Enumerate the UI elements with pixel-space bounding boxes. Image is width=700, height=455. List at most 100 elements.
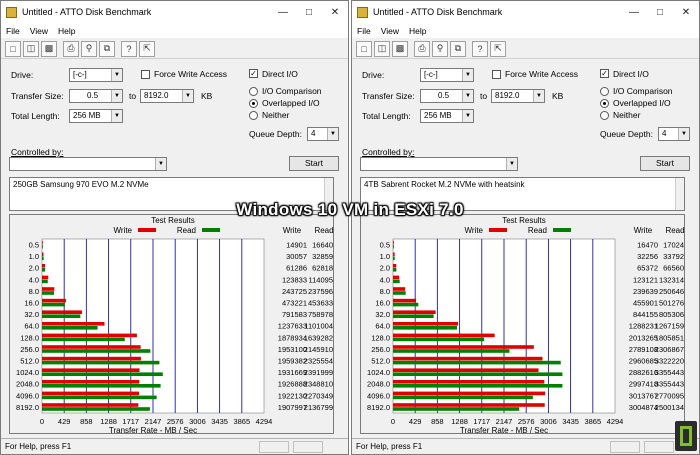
write-bar: [393, 298, 417, 303]
queue-depth-label: Queue Depth:: [249, 129, 302, 139]
close-icon[interactable]: ✕: [673, 1, 699, 23]
direct-io-label: Direct I/O: [262, 69, 298, 79]
print-icon[interactable]: ⎙: [414, 40, 430, 57]
controlled-by-select[interactable]: ▼: [360, 157, 518, 171]
maximize-icon[interactable]: □: [296, 1, 322, 23]
menu-file[interactable]: File: [352, 26, 376, 36]
context-help-icon[interactable]: ⇱: [139, 40, 155, 57]
read-value-label: 2306867: [655, 345, 684, 354]
y-tick-label: 64.0: [24, 322, 39, 331]
start-button[interactable]: Start: [289, 156, 339, 171]
overlapped-io-label: Overlapped I/O: [613, 98, 671, 108]
window-title: Untitled - ATTO Disk Benchmark: [22, 7, 152, 17]
results-chart: Test ResultsWrite Read Write Read0 429 858 128…: [16, 216, 334, 435]
context-help-icon[interactable]: ⇱: [490, 40, 506, 57]
menu-bar: File View Help: [1, 23, 348, 38]
transfer-from-select[interactable]: 0.5 ▼: [69, 89, 123, 103]
write-value-label: 1878934: [278, 333, 307, 342]
neither-radio[interactable]: [249, 111, 258, 120]
direct-io-checkbox[interactable]: ✓: [600, 69, 609, 78]
column-header-write: Write: [283, 226, 302, 235]
read-value-label: 32859: [312, 252, 333, 261]
copy-icon[interactable]: ⧉: [450, 40, 466, 57]
read-bar: [42, 314, 81, 318]
help-icon[interactable]: ?: [121, 40, 137, 57]
save-icon[interactable]: ▩: [41, 40, 57, 57]
read-bar: [42, 279, 48, 284]
write-bar: [393, 287, 406, 291]
x-tick-label: 3006: [540, 417, 557, 426]
menu-file[interactable]: File: [1, 26, 25, 36]
read-bar: [42, 384, 161, 388]
write-bar: [42, 368, 140, 372]
y-tick-label: 8.0: [29, 287, 39, 296]
menu-view[interactable]: View: [25, 26, 53, 36]
chevron-down-icon: ▼: [111, 69, 122, 81]
read-value-label: 758978: [308, 310, 333, 319]
print-preview-icon[interactable]: ⚲: [81, 40, 97, 57]
help-icon[interactable]: ?: [472, 40, 488, 57]
menu-help[interactable]: Help: [53, 26, 80, 36]
write-bar: [393, 264, 397, 268]
x-tick-label: 1717: [473, 417, 490, 426]
save-icon[interactable]: ▩: [392, 40, 408, 57]
close-icon[interactable]: ✕: [322, 1, 348, 23]
new-file-icon[interactable]: □: [5, 40, 21, 57]
y-tick-label: 8.0: [380, 287, 390, 296]
queue-depth-select[interactable]: 4 ▼: [307, 127, 339, 141]
y-tick-label: 4096.0: [367, 391, 390, 400]
chevron-down-icon: ▼: [533, 90, 544, 102]
controlled-by-select[interactable]: ▼: [9, 157, 167, 171]
open-folder-icon[interactable]: ◫: [23, 40, 39, 57]
y-tick-label: 0.5: [380, 241, 390, 250]
queue-depth-select[interactable]: 4 ▼: [658, 127, 690, 141]
write-bar: [393, 322, 459, 326]
drive-select[interactable]: [-c-] ▼: [69, 68, 123, 82]
overlapped-io-radio[interactable]: [249, 99, 258, 108]
maximize-icon[interactable]: □: [647, 1, 673, 23]
write-value-label: 3004874: [629, 403, 658, 412]
copy-icon[interactable]: ⧉: [99, 40, 115, 57]
write-value-label: 2882616: [629, 368, 658, 377]
toolbar: □ ◫ ▩ ⎙ ⚲ ⧉ ? ⇱: [352, 39, 699, 59]
new-file-icon[interactable]: □: [356, 40, 372, 57]
overlapped-io-radio[interactable]: [600, 99, 609, 108]
start-button[interactable]: Start: [640, 156, 690, 171]
transfer-to-select[interactable]: 8192.0 ▼: [491, 89, 545, 103]
print-preview-icon[interactable]: ⚲: [432, 40, 448, 57]
write-value-label: 455901: [633, 299, 658, 308]
force-write-checkbox[interactable]: [141, 70, 150, 79]
x-tick-label: 3006: [189, 417, 206, 426]
read-value-label: 805306: [659, 310, 684, 319]
chevron-down-icon: ▼: [462, 110, 473, 122]
force-write-label: Force Write Access: [154, 69, 228, 79]
neither-radio[interactable]: [600, 111, 609, 120]
open-folder-icon[interactable]: ◫: [374, 40, 390, 57]
read-bar: [42, 256, 44, 260]
write-bar: [42, 287, 55, 291]
menu-view[interactable]: View: [376, 26, 404, 36]
write-value-label: 14901: [286, 241, 307, 250]
force-write-checkbox[interactable]: [492, 70, 501, 79]
write-bar: [393, 345, 534, 349]
x-tick-label: 0: [391, 417, 395, 426]
drive-select[interactable]: [-c-] ▼: [420, 68, 474, 82]
io-comparison-radio[interactable]: [249, 87, 258, 96]
menu-help[interactable]: Help: [404, 26, 431, 36]
neither-label: Neither: [262, 110, 290, 120]
watermark-logo: [675, 421, 697, 451]
total-length-select[interactable]: 256 MB ▼: [69, 109, 123, 123]
minimize-icon[interactable]: —: [621, 1, 647, 23]
read-bar: [393, 384, 563, 388]
write-value-label: 2960685: [629, 357, 658, 366]
print-icon[interactable]: ⎙: [63, 40, 79, 57]
window-title: Untitled - ATTO Disk Benchmark: [373, 7, 503, 17]
io-comparison-radio[interactable]: [600, 87, 609, 96]
total-length-select[interactable]: 256 MB ▼: [420, 109, 474, 123]
y-tick-label: 128.0: [371, 333, 390, 342]
direct-io-checkbox[interactable]: ✓: [249, 69, 258, 78]
transfer-to-select[interactable]: 8192.0 ▼: [140, 89, 194, 103]
x-tick-label: 0: [40, 417, 44, 426]
minimize-icon[interactable]: —: [270, 1, 296, 23]
transfer-from-select[interactable]: 0.5 ▼: [420, 89, 474, 103]
